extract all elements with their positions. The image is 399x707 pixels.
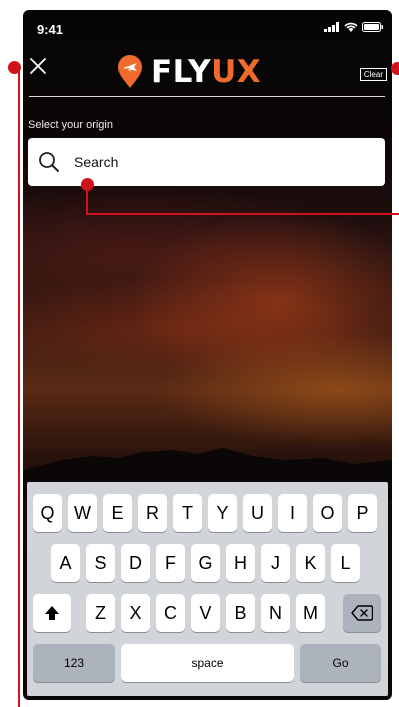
shift-key[interactable] <box>33 594 71 632</box>
key-m[interactable]: M <box>296 594 325 632</box>
signal-icon <box>324 22 339 32</box>
key-a[interactable]: A <box>51 544 80 582</box>
key-k[interactable]: K <box>296 544 325 582</box>
logo-text-ux: UX <box>211 54 262 90</box>
key-h[interactable]: H <box>226 544 255 582</box>
key-u[interactable]: U <box>243 494 272 532</box>
on-screen-keyboard: Q W E R T Y U I O P A S D F G H J K L Z … <box>27 482 388 696</box>
key-g[interactable]: G <box>191 544 220 582</box>
header-divider <box>29 96 385 97</box>
key-n[interactable]: N <box>261 594 290 632</box>
numbers-key[interactable]: 123 <box>33 644 115 682</box>
search-input[interactable]: Search <box>28 138 385 186</box>
clear-button[interactable]: Clear <box>359 68 387 81</box>
wifi-icon <box>344 22 358 32</box>
key-t[interactable]: T <box>173 494 202 532</box>
key-d[interactable]: D <box>121 544 150 582</box>
key-b[interactable]: B <box>226 594 255 632</box>
logo-text: FLYUX <box>151 54 261 90</box>
space-key[interactable]: space <box>121 644 294 682</box>
backspace-key[interactable] <box>343 594 381 632</box>
battery-icon <box>362 22 383 32</box>
annotation-dot-close <box>8 61 21 74</box>
key-f[interactable]: F <box>156 544 185 582</box>
phone-screen: 9:41 FLYUX Clear Select your origin Sear… <box>23 10 392 700</box>
origin-label: Select your origin <box>28 119 113 131</box>
key-i[interactable]: I <box>278 494 307 532</box>
key-v[interactable]: V <box>191 594 220 632</box>
key-c[interactable]: C <box>156 594 185 632</box>
status-bar: 9:41 <box>23 10 392 44</box>
annotation-dot-clear <box>391 62 399 75</box>
key-o[interactable]: O <box>313 494 342 532</box>
annotation-line-left <box>18 66 20 707</box>
key-p[interactable]: P <box>348 494 377 532</box>
top-bar: FLYUX Clear <box>23 48 392 96</box>
search-placeholder: Search <box>74 154 119 170</box>
key-x[interactable]: X <box>121 594 150 632</box>
search-icon <box>39 152 59 172</box>
close-icon[interactable] <box>26 54 50 78</box>
key-y[interactable]: Y <box>208 494 237 532</box>
key-e[interactable]: E <box>103 494 132 532</box>
status-time: 9:41 <box>37 22 64 37</box>
shift-icon <box>45 606 59 620</box>
annotation-line-search-horizontal <box>86 213 399 215</box>
key-w[interactable]: W <box>68 494 97 532</box>
key-s[interactable]: S <box>86 544 115 582</box>
key-j[interactable]: J <box>261 544 290 582</box>
key-z[interactable]: Z <box>86 594 115 632</box>
annotation-line-search-vertical <box>86 185 88 215</box>
logo-text-fly: FLY <box>151 54 212 90</box>
key-l[interactable]: L <box>331 544 360 582</box>
key-q[interactable]: Q <box>33 494 62 532</box>
key-r[interactable]: R <box>138 494 167 532</box>
go-key[interactable]: Go <box>300 644 381 682</box>
brand-logo: FLYUX <box>115 54 261 90</box>
plane-pin-icon <box>118 55 142 88</box>
backspace-icon <box>351 605 373 621</box>
